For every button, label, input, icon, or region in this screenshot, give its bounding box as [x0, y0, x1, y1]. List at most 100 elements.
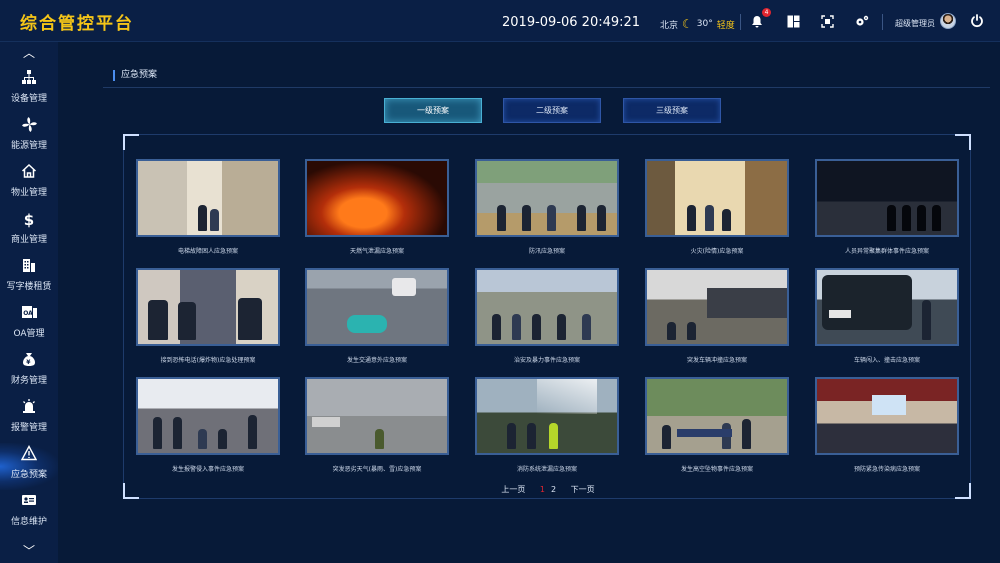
sidebar-item-label: 应急预案	[10, 470, 47, 480]
plan-thumbnail	[305, 159, 449, 237]
divider	[103, 87, 990, 88]
plan-card[interactable]: 发生报警侵入事件应急预案	[136, 377, 280, 473]
tab-level-3[interactable]: 三级预案	[623, 98, 721, 123]
divider	[740, 14, 741, 30]
plan-card-title: 预防紧急传染病应急预案	[853, 466, 920, 473]
sidebar-item-label: OA管理	[13, 329, 45, 339]
plan-card-title: 车辆闯入、撞击应急预案	[853, 357, 920, 364]
plan-grid-panel: 电梯故障困人应急预案 天燃气泄漏应急预案 防汛应急预案 火灾(险情)应急预案 人…	[123, 134, 971, 499]
pagination: 上一页 12 下一页	[124, 484, 972, 495]
sidebar-item-commerce[interactable]: $ 商业管理	[0, 208, 58, 255]
plan-thumbnail	[305, 377, 449, 455]
plan-thumbnail	[136, 159, 280, 237]
plan-card[interactable]: 电梯故障困人应急预案	[136, 159, 280, 255]
oa-icon: OA	[19, 304, 39, 324]
sidebar-item-label: 信息维护	[10, 517, 47, 527]
sidebar-item-label: 报警管理	[10, 423, 47, 433]
plan-thumbnail	[475, 268, 619, 346]
corner-decoration	[123, 134, 139, 150]
fullscreen-icon[interactable]	[818, 12, 836, 30]
top-bar: 综合管控平台 2019-09-06 20:49:21 北京 ☾ 30° 轻度 4…	[0, 0, 1000, 42]
plan-card[interactable]: 治安及暴力事件应急预案	[475, 268, 619, 364]
org-chart-icon	[19, 69, 39, 89]
sidebar-item-info[interactable]: 信息维护	[0, 490, 58, 537]
settings-icon[interactable]	[853, 12, 871, 30]
money-bag-icon: ¥	[19, 351, 39, 371]
sidebar-item-property[interactable]: 物业管理	[0, 161, 58, 208]
plan-card[interactable]: 预防紧急传染病应急预案	[815, 377, 959, 473]
layout-icon[interactable]	[784, 12, 802, 30]
page-link-2[interactable]: 2	[551, 485, 556, 494]
plan-card-title: 治安及暴力事件应急预案	[513, 357, 580, 364]
plan-thumbnail	[305, 268, 449, 346]
sidebar-item-label: 商业管理	[10, 235, 47, 245]
next-page-link[interactable]: 下一页	[571, 485, 595, 494]
user-name[interactable]: 超级管理员	[895, 18, 935, 29]
plan-card[interactable]: 防汛应急预案	[475, 159, 619, 255]
plan-card-title: 防汛应急预案	[528, 248, 565, 255]
page-title: 应急预案	[113, 70, 157, 81]
sidebar-item-finance[interactable]: ¥ 财务管理	[0, 349, 58, 396]
sidebar-item-office-lease[interactable]: 写字楼租赁	[0, 255, 58, 302]
plan-thumbnail	[645, 377, 789, 455]
weather-city: 北京	[660, 20, 679, 31]
scroll-down-icon[interactable]: ﹀	[0, 542, 58, 559]
tab-level-2[interactable]: 二级预案	[503, 98, 601, 123]
divider	[882, 14, 883, 30]
plan-thumbnail	[645, 159, 789, 237]
sidebar-item-label: 财务管理	[10, 376, 47, 386]
plan-card-title: 天燃气泄漏应急预案	[349, 248, 404, 255]
plan-card[interactable]: 突发恶劣天气(暴雨、雪)应急预案	[305, 377, 449, 473]
sidebar-item-energy[interactable]: 能源管理	[0, 114, 58, 161]
sidebar-item-alarm[interactable]: 报警管理	[0, 396, 58, 443]
sidebar-item-label: 设备管理	[10, 94, 47, 104]
prev-page-link[interactable]: 上一页	[501, 485, 525, 494]
datetime: 2019-09-06 20:49:21	[502, 15, 641, 30]
page-link-1[interactable]: 1	[540, 485, 545, 494]
weather-temp: 30°	[696, 19, 713, 29]
plan-card[interactable]: 突发车辆冲撞应急预案	[645, 268, 789, 364]
plan-card[interactable]: 接到恐怖电话(爆炸物)应急处理预案	[136, 268, 280, 364]
warning-icon	[19, 445, 39, 465]
plan-card[interactable]: 火灾(险情)应急预案	[645, 159, 789, 255]
building-icon	[19, 257, 39, 277]
sidebar-item-oa[interactable]: OA OA管理	[0, 302, 58, 349]
bell-icon[interactable]: 4	[748, 8, 771, 30]
air-quality: 轻度	[716, 20, 735, 31]
sidebar: ︿ 设备管理 能源管理 物业管理 $ 商业管理 写字楼租赁 OA OA管理 ¥ …	[0, 42, 58, 563]
plan-thumbnail	[815, 377, 959, 455]
alarm-icon	[19, 398, 39, 418]
home-icon	[19, 163, 39, 183]
avatar[interactable]	[940, 13, 956, 29]
sidebar-item-device[interactable]: 设备管理	[0, 67, 58, 114]
plan-card[interactable]: 消防系统泄漏应急预案	[475, 377, 619, 473]
corner-decoration	[955, 134, 971, 150]
sidebar-item-label: 写字楼租赁	[6, 282, 52, 292]
plan-card-title: 突发车辆冲撞应急预案	[686, 357, 747, 364]
power-icon[interactable]	[968, 12, 986, 30]
plan-card-title: 人员异常聚集群体事件应急预案	[844, 248, 929, 255]
tab-level-1[interactable]: 一级预案	[384, 98, 482, 123]
plan-card[interactable]: 发生高空坠物事件应急预案	[645, 377, 789, 473]
alert-count-badge: 4	[762, 8, 771, 17]
scroll-up-icon[interactable]: ︿	[0, 44, 58, 61]
plan-card[interactable]: 车辆闯入、撞击应急预案	[815, 268, 959, 364]
plan-thumbnail	[645, 268, 789, 346]
plan-card[interactable]: 发生交通意外应急预案	[305, 268, 449, 364]
sidebar-item-label: 物业管理	[10, 188, 47, 198]
yuan-icon: $	[23, 211, 35, 229]
plan-card[interactable]: 人员异常聚集群体事件应急预案	[815, 159, 959, 255]
plan-card-title: 火灾(险情)应急预案	[690, 248, 744, 255]
sidebar-item-emergency[interactable]: 应急预案	[0, 443, 58, 490]
weather-widget: 北京 ☾ 30° 轻度	[660, 17, 735, 31]
plan-card[interactable]: 天燃气泄漏应急预案	[305, 159, 449, 255]
plan-card-title: 突发恶劣天气(暴雨、雪)应急预案	[332, 466, 422, 473]
svg-text:OA: OA	[23, 310, 33, 317]
plan-thumbnail	[136, 377, 280, 455]
sidebar-item-label: 能源管理	[10, 141, 47, 151]
plan-thumbnail	[815, 268, 959, 346]
fan-icon	[19, 116, 39, 136]
plan-card-title: 电梯故障困人应急预案	[177, 248, 238, 255]
app-title: 综合管控平台	[20, 14, 134, 34]
plan-card-title: 发生报警侵入事件应急预案	[171, 466, 244, 473]
